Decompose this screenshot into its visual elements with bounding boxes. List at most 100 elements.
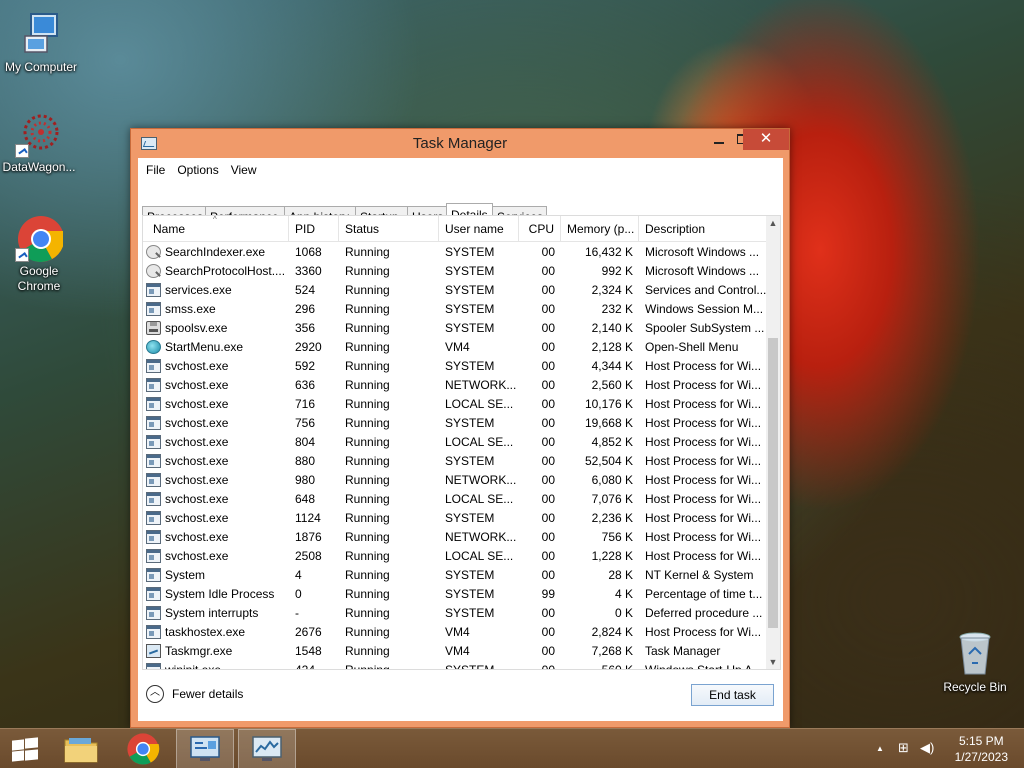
cell-cpu: 00 <box>541 511 555 525</box>
process-icon <box>146 492 161 506</box>
scroll-up-arrow-icon[interactable]: ▲ <box>766 216 780 230</box>
table-row[interactable]: System Idle Process 0 Running SYSTEM 99 4 K Pe… <box>143 585 768 604</box>
column-header-description[interactable]: Description <box>639 216 768 242</box>
cell-desc: Host Process for Wi... <box>645 397 762 411</box>
cell-name: System interrupts <box>165 606 259 620</box>
cell-user: NETWORK... <box>445 530 517 544</box>
cell-cpu: 00 <box>541 625 555 639</box>
close-icon: ✕ <box>759 130 773 147</box>
taskbar-task-manager[interactable] <box>238 729 296 768</box>
cell-desc: Host Process for Wi... <box>645 625 762 639</box>
table-row[interactable]: spoolsv.exe 356 Running SYSTEM 00 2,140 K Spoo… <box>143 319 768 338</box>
show-hidden-icons-button[interactable]: ▲ <box>876 744 884 753</box>
task-manager-window: Task Manager ✕ File Options View Process… <box>130 128 790 728</box>
process-icon <box>146 549 161 563</box>
title-bar[interactable]: Task Manager ✕ <box>131 129 789 159</box>
column-header-status[interactable]: Status <box>339 216 439 242</box>
column-header-user-name[interactable]: User name <box>439 216 519 242</box>
cell-desc: Spooler SubSystem ... <box>645 321 765 335</box>
table-row[interactable]: SearchProtocolHost.... 3360 Running SYSTEM 0… <box>143 262 768 281</box>
search-icon <box>146 264 161 278</box>
column-header-name[interactable]: Name ^ <box>143 216 289 242</box>
cell-status: Running <box>345 283 390 297</box>
table-row[interactable]: svchost.exe 756 Running SYSTEM 00 19,668 K Hos… <box>143 414 768 433</box>
cell-user: SYSTEM <box>445 454 495 468</box>
clock-time: 5:15 PM <box>958 734 1004 748</box>
folder-icon <box>64 738 98 763</box>
process-icon <box>146 511 161 525</box>
cell-status: Running <box>345 416 390 430</box>
cell-status: Running <box>345 378 390 392</box>
taskbar-file-explorer[interactable] <box>52 729 110 768</box>
column-header-memory[interactable]: Memory (p... <box>561 216 639 242</box>
cell-name: svchost.exe <box>165 549 229 563</box>
taskbar-clock[interactable]: 5:15 PM 1/27/2023 <box>955 733 1008 765</box>
table-row[interactable]: taskhostex.exe 2676 Running VM4 00 2,824 K Hos… <box>143 623 768 642</box>
process-icon <box>146 454 161 468</box>
volume-icon[interactable]: ◀) <box>920 740 934 756</box>
table-row[interactable]: Taskmgr.exe 1548 Running VM4 00 7,268 K Task M… <box>143 642 768 661</box>
end-task-button[interactable]: End task <box>691 684 774 706</box>
cell-cpu: 00 <box>541 530 555 544</box>
start-button[interactable] <box>0 729 50 768</box>
scrollbar-thumb[interactable] <box>768 338 778 628</box>
cell-user: SYSTEM <box>445 587 495 601</box>
menu-file[interactable]: File <box>146 163 173 177</box>
fewer-details-button[interactable]: ︿ Fewer details <box>146 685 243 703</box>
cell-name: svchost.exe <box>165 397 229 411</box>
column-header-pid[interactable]: PID <box>289 216 339 242</box>
table-row[interactable]: services.exe 524 Running SYSTEM 00 2,324 K Ser… <box>143 281 768 300</box>
table-row[interactable]: svchost.exe 1876 Running NETWORK... 00 756 K H… <box>143 528 768 547</box>
desktop-icon-label: Recycle Bin <box>943 680 1007 694</box>
column-header-cpu[interactable]: CPU <box>519 216 561 242</box>
table-row[interactable]: svchost.exe 980 Running NETWORK... 00 6,080 K… <box>143 471 768 490</box>
cell-cpu: 99 <box>541 587 555 601</box>
taskbar: ▲ ⊞ ◀) 5:15 PM 1/27/2023 <box>0 728 1024 768</box>
close-button[interactable]: ✕ <box>743 129 789 150</box>
cell-pid: 1548 <box>295 644 322 658</box>
table-row[interactable]: System interrupts - Running SYSTEM 00 0 K Defe… <box>143 604 768 623</box>
table-row[interactable]: svchost.exe 648 Running LOCAL SE... 00 7,076 … <box>143 490 768 509</box>
cell-pid: 592 <box>295 359 316 373</box>
table-row[interactable]: svchost.exe 804 Running LOCAL SE... 00 4,852 … <box>143 433 768 452</box>
cell-name: System Idle Process <box>165 587 275 601</box>
table-row[interactable]: svchost.exe 636 Running NETWORK... 00 2,560 K… <box>143 376 768 395</box>
table-row[interactable]: svchost.exe 716 Running LOCAL SE... 00 10,176… <box>143 395 768 414</box>
cell-mem: 2,324 K <box>591 283 633 297</box>
menu-view[interactable]: View <box>231 163 265 177</box>
table-row[interactable]: SearchIndexer.exe 1068 Running SYSTEM 00 16,4… <box>143 243 768 262</box>
desktop-icon-datawagon[interactable]: DataWagon... <box>0 110 80 174</box>
cell-status: Running <box>345 321 390 335</box>
cell-mem: 0 K <box>614 606 633 620</box>
desktop-icon-my-computer[interactable]: My Computer <box>0 10 82 74</box>
cell-cpu: 00 <box>541 644 555 658</box>
printer-icon <box>146 321 161 335</box>
cell-user: SYSTEM <box>445 606 495 620</box>
desktop-icon-google-chrome[interactable]: Google Chrome <box>0 214 80 294</box>
vertical-scrollbar[interactable]: ▲ ▼ <box>766 216 780 669</box>
table-row[interactable]: svchost.exe 2508 Running LOCAL SE... 00 1,228… <box>143 547 768 566</box>
cell-mem: 4,852 K <box>591 435 633 449</box>
cell-name: svchost.exe <box>165 359 229 373</box>
table-row[interactable]: wininit.exe 424 Running SYSTEM 00 560 K Window… <box>143 661 768 669</box>
network-icon[interactable]: ⊞ <box>898 740 909 756</box>
cell-status: Running <box>345 530 390 544</box>
scroll-down-arrow-icon[interactable]: ▼ <box>766 655 780 669</box>
desktop-icon-recycle-bin[interactable]: Recycle Bin <box>934 630 1016 694</box>
table-row[interactable]: StartMenu.exe 2920 Running VM4 00 2,128 K Open… <box>143 338 768 357</box>
table-row[interactable]: svchost.exe 592 Running SYSTEM 00 4,344 K Host… <box>143 357 768 376</box>
menu-options[interactable]: Options <box>177 163 226 177</box>
task-manager-icon <box>252 736 282 761</box>
cell-status: Running <box>345 340 390 354</box>
cell-pid: 636 <box>295 378 316 392</box>
cell-cpu: 00 <box>541 416 555 430</box>
cell-mem: 1,228 K <box>591 549 633 563</box>
table-row[interactable]: System 4 Running SYSTEM 00 28 K NT Kernel & Sy… <box>143 566 768 585</box>
taskbar-control-panel[interactable] <box>176 729 234 768</box>
taskbar-chrome[interactable] <box>114 729 172 768</box>
table-row[interactable]: svchost.exe 1124 Running SYSTEM 00 2,236 K Hos… <box>143 509 768 528</box>
cell-mem: 7,268 K <box>591 644 633 658</box>
table-row[interactable]: smss.exe 296 Running SYSTEM 00 232 K Windows S… <box>143 300 768 319</box>
table-row[interactable]: svchost.exe 880 Running SYSTEM 00 52,504 K Hos… <box>143 452 768 471</box>
cell-cpu: 00 <box>541 378 555 392</box>
